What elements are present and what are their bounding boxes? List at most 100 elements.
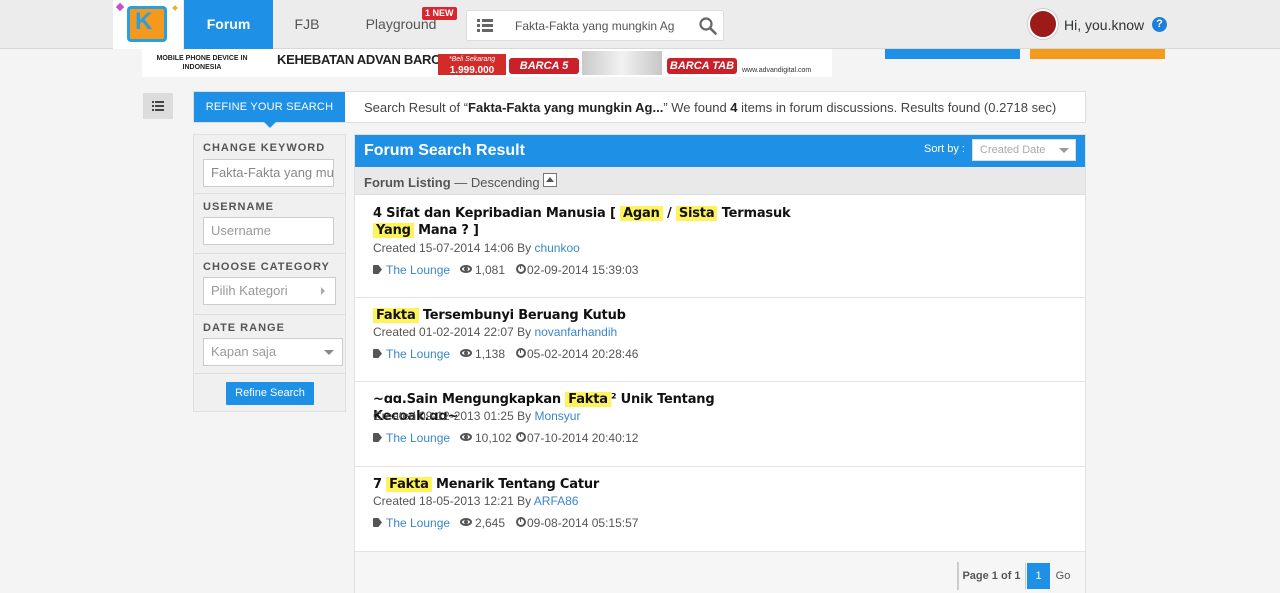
author-link[interactable]: ARFA86 xyxy=(534,494,579,508)
keyword-section: CHANGE KEYWORD Fakta-Fakta yang mu xyxy=(194,135,345,194)
title-text: Mana ? ] xyxy=(413,223,479,238)
created-text: Created 01-02-2014 22:07 By xyxy=(373,325,535,339)
date-range-select[interactable]: Kapan saja xyxy=(203,338,343,366)
ad-url: www.advandigital.com xyxy=(742,67,812,74)
nav-tab-fjb[interactable]: FJB xyxy=(273,0,341,49)
views-value: 1,138 xyxy=(475,347,506,361)
eye-icon xyxy=(460,265,472,273)
search-box xyxy=(466,10,724,41)
ad-headline: KEHEBATAN ADVAN BARCA xyxy=(277,52,450,67)
chevron-down-icon xyxy=(324,350,334,355)
listing-order: — Descending xyxy=(450,175,540,190)
category-section: CHOOSE CATEGORY Pilih Kategori xyxy=(194,254,345,315)
view-count: 1,138 xyxy=(460,347,505,361)
forum-search-results: Forum Search Result Sort by : Created Da… xyxy=(354,134,1086,593)
category-link[interactable]: The Lounge xyxy=(373,431,450,445)
keyword-label: CHANGE KEYWORD xyxy=(203,142,326,154)
sidebar-toggle-button[interactable] xyxy=(143,93,173,119)
thread-title-link[interactable]: 4 Sifat dan Kepribadian Manusia [ Agan /… xyxy=(373,205,803,239)
nav-tab-forum[interactable]: Forum xyxy=(184,0,273,49)
list-item: ~ɑɑ.Sain Mengungkapkan Fakta ² Unik Tenta… xyxy=(355,382,1085,467)
view-count: 10,102 xyxy=(460,431,512,445)
category-label: The Lounge xyxy=(386,431,451,445)
title-highlight: Fakta xyxy=(386,477,432,492)
pagination: Page 1 of 1 1 Go xyxy=(957,562,1070,590)
title-text: Menarik Tentang Catur xyxy=(431,477,600,492)
search-icon[interactable] xyxy=(699,17,717,35)
thread-title-link[interactable]: 7 Fakta Menarik Tentang Catur xyxy=(373,476,803,493)
created-text: Created 15-07-2014 14:06 By xyxy=(373,241,535,255)
page-label: Page 1 of 1 xyxy=(962,570,1021,582)
title-highlight: Fakta xyxy=(565,392,611,407)
refine-search-button[interactable]: Refine Search xyxy=(226,382,314,405)
new-badge: 1 NEW xyxy=(422,7,457,20)
category-placeholder: Pilih Kategori xyxy=(211,283,288,298)
avatar[interactable] xyxy=(1028,9,1058,39)
logo-sparkle xyxy=(115,2,125,12)
logo-sparkle xyxy=(172,5,178,11)
top-navbar: K Forum FJB Playground 1 NEW Hi, you.kno… xyxy=(0,0,1280,49)
category-label: The Lounge xyxy=(386,516,451,530)
list-item: 7 Fakta Menarik Tentang Catur Created 18… xyxy=(355,467,1085,551)
promo-button-blue[interactable] xyxy=(885,49,1020,59)
eye-icon xyxy=(460,433,472,441)
advertisement-banner[interactable]: MOBILE PHONE DEVICE IN INDONESIA KEHEBAT… xyxy=(142,49,832,77)
search-input[interactable] xyxy=(515,19,685,33)
ad-product-1: BARCA 5 xyxy=(509,58,579,74)
username-label: USERNAME xyxy=(203,201,274,213)
chevron-right-icon xyxy=(321,287,325,295)
list-item: Fakta Tersembunyi Beruang Kutub Created … xyxy=(355,298,1085,382)
clock-icon xyxy=(516,517,526,527)
last-post-date: 02-09-2014 15:39:03 xyxy=(516,263,638,277)
tab-refine-search[interactable]: REFINE YOUR SEARCH xyxy=(194,92,345,128)
summary-count: 4 xyxy=(730,100,738,115)
title-text: Tersembunyi Beruang Kutub xyxy=(418,308,626,323)
results-title: Forum Search Result xyxy=(364,142,525,159)
listing-bar: Forum Listing — Descending xyxy=(355,167,1085,195)
category-select[interactable]: Pilih Kategori xyxy=(203,277,336,305)
created-info: Created 18-05-2013 12:21 By ARFA86 xyxy=(373,494,578,508)
created-info: Created 09-12-2013 01:25 By Monsyur xyxy=(373,409,580,423)
results-header: Forum Search Result Sort by : Created Da… xyxy=(355,135,1085,167)
page-indicator: Page 1 of 1 xyxy=(958,563,1026,589)
sort-select[interactable]: Created Date xyxy=(972,139,1076,161)
logo-k-glyph: K xyxy=(135,8,153,35)
author-link[interactable]: novanfarhandih xyxy=(534,325,617,339)
created-info: Created 01-02-2014 22:07 By novanfarhand… xyxy=(373,325,617,339)
collapse-icon[interactable] xyxy=(543,173,557,187)
ad-phones-image xyxy=(582,51,662,75)
tag-icon xyxy=(373,518,382,527)
title-text: ~ɑɑ.Sain Mengungkapkan xyxy=(373,392,566,407)
promo-button-orange[interactable] xyxy=(1030,49,1165,59)
title-text: 4 Sifat dan Kepribadian Manusia [ xyxy=(373,206,621,221)
kaskus-logo[interactable]: K xyxy=(113,0,183,49)
go-button[interactable]: Go xyxy=(1050,563,1076,589)
user-greeting[interactable]: Hi, you.know xyxy=(1064,17,1144,33)
category-link[interactable]: The Lounge xyxy=(373,347,450,361)
summary-prefix: Search Result of “ xyxy=(364,100,469,115)
last-post-date: 07-10-2014 20:40:12 xyxy=(516,431,638,445)
views-value: 2,645 xyxy=(475,516,506,530)
page-1-button[interactable]: 1 xyxy=(1027,563,1050,589)
username-input[interactable]: Username xyxy=(203,217,334,245)
view-count: 2,645 xyxy=(460,516,505,530)
author-link[interactable]: Monsyur xyxy=(534,409,580,423)
thread-title-link[interactable]: Fakta Tersembunyi Beruang Kutub xyxy=(373,307,803,324)
category-link[interactable]: The Lounge xyxy=(373,263,450,277)
eye-icon xyxy=(460,349,472,357)
summary-query: Fakta-Fakta yang mungkin Ag... xyxy=(468,100,664,115)
summary-suffix: items in forum discussions. Results foun… xyxy=(737,100,1057,115)
help-icon[interactable]: ? xyxy=(1152,17,1167,32)
refine-bar: REFINE YOUR SEARCH Search Result of “Fak… xyxy=(193,91,1086,128)
views-value: 10,102 xyxy=(475,431,512,445)
list-icon xyxy=(152,101,164,111)
keyword-input[interactable]: Fakta-Fakta yang mu xyxy=(203,159,334,187)
last-post-value: 05-02-2014 20:28:46 xyxy=(527,347,639,361)
author-link[interactable]: chunkoo xyxy=(534,241,579,255)
category-link[interactable]: The Lounge xyxy=(373,516,450,530)
list-icon[interactable] xyxy=(477,19,493,32)
ad-price-tag: *Beli Sekarang 1.999.000 xyxy=(438,54,506,76)
date-range-section: DATE RANGE Kapan saja xyxy=(194,315,345,374)
eye-icon xyxy=(460,518,472,526)
clock-icon xyxy=(516,432,526,442)
